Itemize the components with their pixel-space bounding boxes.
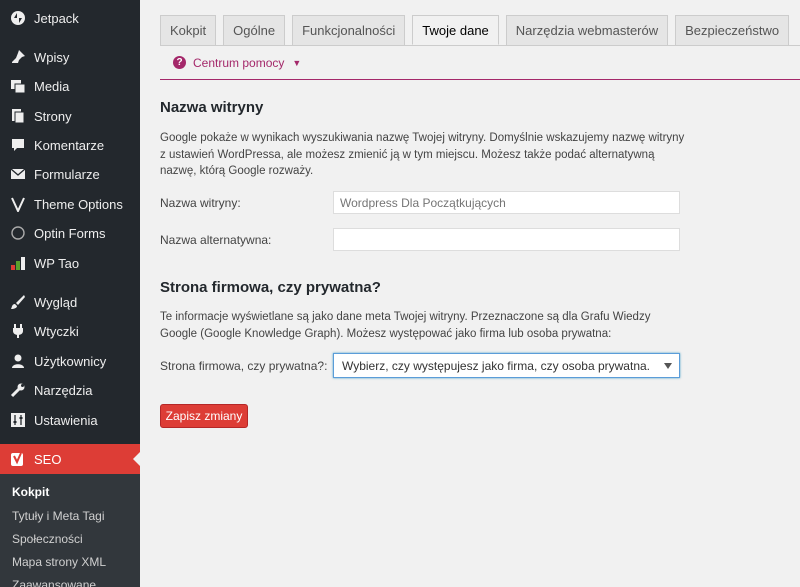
company-type-select[interactable]: Wybierz, czy występujesz jako firma, czy… — [333, 353, 680, 378]
sidebar-item-label: Ustawienia — [34, 412, 98, 428]
v-icon — [8, 194, 28, 214]
tab-twoje-dane[interactable]: Twoje dane — [412, 15, 499, 45]
settings-tabs: Kokpit Ogólne Funkcjonalności Twoje dane… — [160, 15, 790, 45]
sidebar-item-wpisy[interactable]: Wpisy — [0, 42, 140, 72]
site-name-label: Nazwa witryny: — [160, 196, 241, 210]
site-name-description: Google pokaże w wynikach wyszukiwania na… — [160, 132, 685, 177]
sidebar-item-label: SEO — [34, 451, 62, 467]
company-description: Te informacje wyświetlane są jako dane m… — [160, 311, 651, 340]
submenu-item-titles-meta[interactable]: Tytuły i Meta Tagi — [12, 509, 104, 523]
sidebar-item-formularze[interactable]: Formularze — [0, 159, 140, 189]
main-content: Kokpit Ogólne Funkcjonalności Twoje dane… — [140, 0, 800, 587]
brush-icon — [8, 292, 28, 312]
comment-icon — [8, 135, 28, 155]
jetpack-icon — [8, 8, 28, 28]
caret-down-icon[interactable]: ▼ — [292, 58, 301, 68]
sidebar-item-narzedzia[interactable]: Narzędzia — [0, 375, 140, 405]
pin-icon — [8, 47, 28, 67]
sidebar-item-label: Strony — [34, 108, 72, 124]
bar-chart-icon — [8, 253, 28, 273]
sidebar-item-seo[interactable]: SEO — [0, 444, 140, 474]
sidebar-item-label: Wtyczki — [34, 323, 79, 339]
sidebar-item-strony[interactable]: Strony — [0, 101, 140, 131]
media-icon — [8, 76, 28, 96]
sidebar-item-media[interactable]: Media — [0, 71, 140, 101]
sidebar-item-label: WP Tao — [34, 255, 80, 271]
user-icon — [8, 351, 28, 371]
sidebar-item-uzytkownicy[interactable]: Użytkownicy — [0, 346, 140, 376]
seo-submenu: Kokpit Tytuły i Meta Tagi Społeczności M… — [0, 474, 140, 587]
tab-ogolne[interactable]: Ogólne — [223, 15, 286, 45]
question-icon[interactable]: ? — [173, 56, 186, 69]
sidebar-item-optin-forms[interactable]: Optin Forms — [0, 218, 140, 248]
tab-funkcjonalnosci[interactable]: Funkcjonalności — [292, 15, 406, 45]
sidebar-item-label: Wpisy — [34, 49, 70, 65]
alt-name-label: Nazwa alternatywna: — [160, 233, 272, 247]
company-heading: Strona firmowa, czy prywatna? — [160, 279, 381, 296]
submenu-item-social[interactable]: Społeczności — [12, 532, 83, 546]
sidebar-item-label: Theme Options — [34, 196, 123, 212]
submenu-item-advanced[interactable]: Zaawansowane — [12, 578, 96, 587]
sidebar-item-label: Wygląd — [34, 294, 78, 310]
help-center-bar: ? Centrum pomocy ▼ — [160, 46, 800, 80]
plugin-icon — [8, 321, 28, 341]
mail-icon — [8, 164, 28, 184]
company-select-label: Strona firmowa, czy prywatna?: — [160, 359, 328, 373]
alt-name-input[interactable] — [333, 228, 680, 251]
wrench-icon — [8, 380, 28, 400]
admin-sidebar: Jetpack Wpisy Media Strony Komentarze Fo… — [0, 0, 140, 587]
dropdown-arrow-icon — [664, 363, 672, 369]
company-select-value: Wybierz, czy występujesz jako firma, czy… — [342, 358, 650, 373]
sidebar-item-wp-tao[interactable]: WP Tao — [0, 248, 140, 278]
yoast-icon — [8, 449, 28, 469]
sidebar-item-jetpack[interactable]: Jetpack — [0, 3, 140, 33]
site-name-input[interactable] — [333, 191, 680, 214]
sidebar-item-label: Jetpack — [34, 10, 79, 26]
sidebar-item-theme-options[interactable]: Theme Options — [0, 189, 140, 219]
tab-narzedzia-webmasterow[interactable]: Narzędzia webmasterów — [505, 15, 669, 45]
circle-icon — [8, 223, 28, 243]
tab-bezpieczenstwo[interactable]: Bezpieczeństwo — [675, 15, 790, 45]
sidebar-item-komentarze[interactable]: Komentarze — [0, 130, 140, 160]
save-button[interactable]: Zapisz zmiany — [160, 404, 248, 428]
sidebar-item-label: Użytkownicy — [34, 353, 107, 369]
sidebar-item-label: Optin Forms — [34, 225, 106, 241]
site-name-heading: Nazwa witryny — [160, 99, 264, 116]
tab-kokpit[interactable]: Kokpit — [160, 15, 217, 45]
sidebar-item-label: Media — [34, 78, 70, 94]
settings-icon — [8, 410, 28, 430]
sidebar-item-label: Narzędzia — [34, 382, 93, 398]
submenu-item-xml-sitemap[interactable]: Mapa strony XML — [12, 555, 106, 569]
pages-icon — [8, 106, 28, 126]
sidebar-item-label: Komentarze — [34, 137, 105, 153]
sidebar-item-label: Formularze — [34, 166, 100, 182]
help-center-link[interactable]: Centrum pomocy — [193, 56, 284, 70]
sidebar-item-wyglad[interactable]: Wygląd — [0, 287, 140, 317]
submenu-item-kokpit[interactable]: Kokpit — [12, 485, 49, 499]
sidebar-item-wtyczki[interactable]: Wtyczki — [0, 316, 140, 346]
sidebar-item-ustawienia[interactable]: Ustawienia — [0, 405, 140, 435]
